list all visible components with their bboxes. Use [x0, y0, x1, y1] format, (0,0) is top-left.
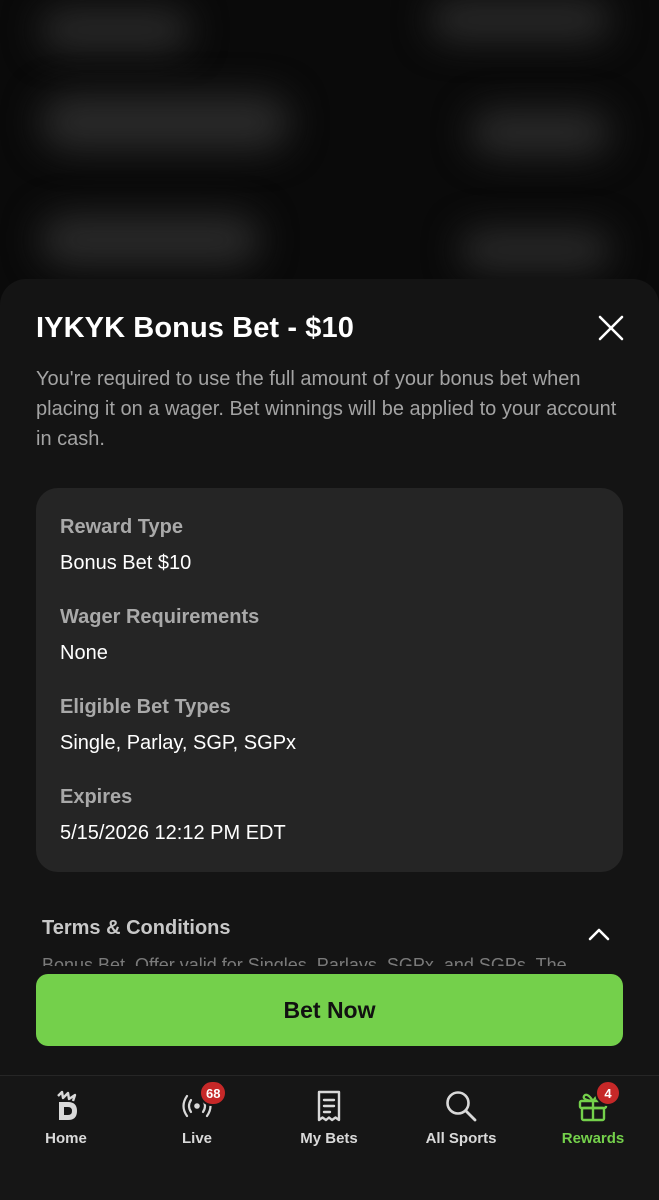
nav-item-rewards[interactable]: 4 Rewards [527, 1076, 659, 1176]
nav-item-home[interactable]: Home [0, 1076, 132, 1176]
nav-label-live: Live [181, 1130, 212, 1147]
reward-details-card: Reward Type Bonus Bet $10 Wager Requirem… [36, 488, 623, 872]
search-icon [443, 1088, 479, 1124]
sheet-description: You're required to use the full amount o… [36, 368, 617, 450]
sheet-title: IYKYK Bonus Bet - $10 [36, 312, 354, 344]
terms-title[interactable]: Terms & Conditions [42, 917, 231, 940]
draftkings-logo-icon [48, 1088, 84, 1124]
screen: IYKYK Bonus Bet - $10 You're required to… [0, 0, 659, 1200]
nav-item-my-bets[interactable]: My Bets [263, 1076, 395, 1176]
rewards-count-badge: 4 [595, 1080, 621, 1106]
nav-label-all-sports: All Sports [425, 1130, 497, 1147]
eligible-bet-types-value: Single, Parlay, SGP, SGPx [60, 732, 297, 754]
nav-label-my-bets: My Bets [300, 1130, 358, 1147]
expires-label: Expires [60, 786, 133, 808]
live-count-badge: 68 [199, 1080, 228, 1106]
close-icon [598, 315, 624, 341]
gift-icon: 4 [575, 1080, 621, 1124]
chevron-up-icon [588, 928, 610, 941]
live-broadcast-icon: 68 [179, 1080, 228, 1124]
reward-type-label: Reward Type [60, 516, 183, 538]
receipt-icon [311, 1088, 347, 1124]
wager-requirements-label: Wager Requirements [60, 606, 260, 628]
wager-requirements-value: None [60, 642, 108, 664]
nav-label-home: Home [45, 1130, 87, 1147]
blurred-background [0, 0, 659, 300]
close-button[interactable] [592, 309, 630, 347]
eligible-bet-types-label: Eligible Bet Types [60, 696, 231, 718]
bottom-nav: Home 68 Live My Bets All Sports 4 Reward… [0, 1075, 659, 1200]
expires-value: 5/15/2026 12:12 PM EDT [60, 822, 286, 844]
terms-preview-text: Bonus Bet. Offer valid for Singles, Parl… [42, 955, 567, 966]
bet-now-button[interactable]: Bet Now [36, 974, 623, 1046]
nav-item-live[interactable]: 68 Live [131, 1076, 263, 1176]
terms-toggle[interactable] [585, 920, 613, 948]
reward-type-value: Bonus Bet $10 [60, 552, 192, 574]
nav-label-rewards: Rewards [561, 1130, 625, 1147]
nav-item-all-sports[interactable]: All Sports [395, 1076, 527, 1176]
terms-preview: Bonus Bet. Offer valid for Singles, Parl… [42, 952, 622, 966]
